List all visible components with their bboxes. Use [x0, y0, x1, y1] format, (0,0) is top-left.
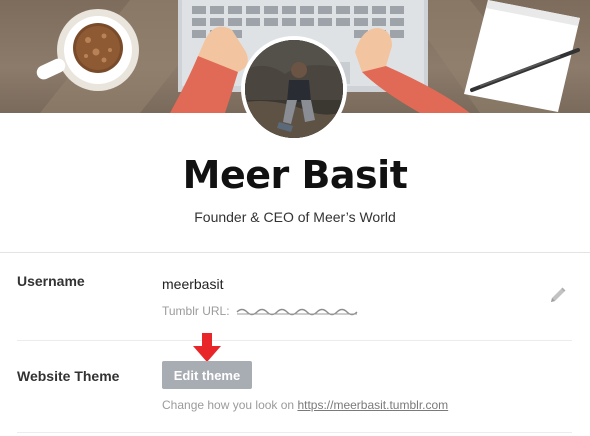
- profile-photo: [245, 40, 343, 138]
- username-value: meerbasit: [162, 276, 224, 292]
- redacted-url-scribble: [236, 308, 358, 316]
- theme-helper-text: Change how you look on https://meerbasit…: [162, 398, 448, 412]
- section-divider: [0, 252, 590, 253]
- theme-helper-prefix: Change how you look on: [162, 398, 295, 412]
- row-divider-bottom: [17, 432, 572, 433]
- tumblr-url-prefix: Tumblr URL:: [162, 304, 230, 318]
- avatar[interactable]: [241, 36, 347, 142]
- profile-name: Meer Basit: [182, 153, 408, 197]
- username-label: Username: [17, 273, 85, 289]
- website-theme-label: Website Theme: [17, 368, 120, 384]
- edit-theme-button[interactable]: Edit theme: [162, 361, 252, 389]
- profile-settings-page: Meer Basit Founder & CEO of Meer’s World…: [0, 0, 590, 436]
- pencil-icon[interactable]: [548, 287, 568, 305]
- profile-bio: Founder & CEO of Meer’s World: [194, 209, 396, 225]
- tumblr-url-line: Tumblr URL:: [162, 304, 358, 318]
- row-divider: [17, 340, 572, 341]
- coffee-cup-icon: [36, 9, 139, 91]
- down-arrow-icon: [193, 333, 221, 362]
- blog-link[interactable]: https://meerbasit.tumblr.com: [297, 398, 448, 412]
